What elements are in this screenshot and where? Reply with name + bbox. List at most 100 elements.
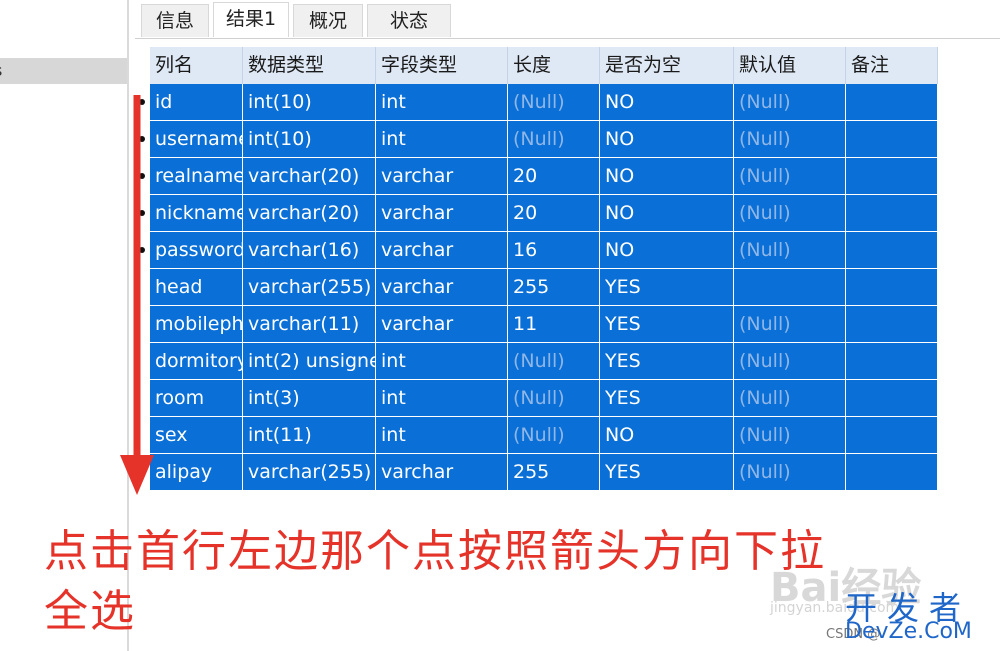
cell-field-type[interactable]: varchar xyxy=(376,306,508,343)
cell-default[interactable]: (Null) xyxy=(734,306,846,343)
table-row[interactable]: password varchar(16) varchar 16 NO (Null) xyxy=(150,232,938,269)
table-row[interactable]: sex int(11) int (Null) NO (Null) xyxy=(150,417,938,454)
cell-field-type[interactable]: int xyxy=(376,417,508,454)
cell-field-type[interactable]: int xyxy=(376,121,508,158)
cell-name[interactable]: room xyxy=(150,380,243,417)
cell-data-type[interactable]: varchar(255) xyxy=(243,269,376,306)
cell-comment[interactable] xyxy=(846,84,938,121)
cell-default[interactable]: (Null) xyxy=(734,84,846,121)
cell-length[interactable]: 11 xyxy=(508,306,600,343)
table-row[interactable]: id int(10) int (Null) NO (Null) xyxy=(150,84,938,121)
cell-comment[interactable] xyxy=(846,232,938,269)
cell-field-type[interactable]: varchar xyxy=(376,269,508,306)
table-row[interactable]: username int(10) int (Null) NO (Null) xyxy=(150,121,938,158)
cell-data-type[interactable]: int(3) xyxy=(243,380,376,417)
column-header-data-type[interactable]: 数据类型 xyxy=(243,47,376,84)
tab-status[interactable]: 状态 xyxy=(367,4,451,37)
cell-comment[interactable] xyxy=(846,195,938,232)
cell-default[interactable]: (Null) xyxy=(734,454,846,491)
cell-length[interactable]: (Null) xyxy=(508,380,600,417)
cell-nullable[interactable]: YES xyxy=(600,269,734,306)
cell-default[interactable]: (Null) xyxy=(734,232,846,269)
cell-comment[interactable] xyxy=(846,343,938,380)
cell-name[interactable]: sex xyxy=(150,417,243,454)
cell-length[interactable]: (Null) xyxy=(508,417,600,454)
cell-default[interactable]: (Null) xyxy=(734,343,846,380)
cell-field-type[interactable]: varchar xyxy=(376,158,508,195)
cell-default[interactable]: (Null) xyxy=(734,380,846,417)
table-row[interactable]: alipay varchar(255) varchar 255 YES (Null) xyxy=(150,454,938,491)
cell-field-type[interactable]: int xyxy=(376,343,508,380)
column-header-length[interactable]: 长度 xyxy=(508,47,600,84)
column-header-default[interactable]: 默认值 xyxy=(734,47,846,84)
cell-default[interactable]: (Null) xyxy=(734,417,846,454)
cell-name[interactable]: password xyxy=(150,232,243,269)
cell-field-type[interactable]: varchar xyxy=(376,454,508,491)
column-header-comment[interactable]: 备注 xyxy=(846,47,938,84)
cell-nullable[interactable]: NO xyxy=(600,121,734,158)
cell-nullable[interactable]: NO xyxy=(600,84,734,121)
cell-data-type[interactable]: int(2) unsigned xyxy=(243,343,376,380)
table-row[interactable]: dormitoryint(2) unsignedint(Null)YES(Nul… xyxy=(150,343,938,380)
column-header-field-type[interactable]: 字段类型 xyxy=(376,47,508,84)
cell-comment[interactable] xyxy=(846,417,938,454)
cell-name[interactable]: id xyxy=(150,84,243,121)
cell-length[interactable]: (Null) xyxy=(508,84,600,121)
cell-length[interactable]: 255 xyxy=(508,454,600,491)
cell-name[interactable]: nickname xyxy=(150,195,243,232)
cell-name[interactable]: realname xyxy=(150,158,243,195)
cell-nullable[interactable]: NO xyxy=(600,195,734,232)
cell-default[interactable]: (Null) xyxy=(734,158,846,195)
cell-name[interactable]: username xyxy=(150,121,243,158)
cell-data-type[interactable]: varchar(20) xyxy=(243,158,376,195)
cell-data-type[interactable]: varchar(255) xyxy=(243,454,376,491)
table-row[interactable]: realname varchar(20) varchar 20 NO (Null) xyxy=(150,158,938,195)
cell-field-type[interactable]: int xyxy=(376,380,508,417)
cell-comment[interactable] xyxy=(846,158,938,195)
cell-length[interactable]: 20 xyxy=(508,158,600,195)
cell-length[interactable]: 255 xyxy=(508,269,600,306)
cell-nullable[interactable]: NO xyxy=(600,417,734,454)
table-row[interactable]: head varchar(255) varchar 255 YES xyxy=(150,269,938,306)
cell-field-type[interactable]: int xyxy=(376,84,508,121)
cell-default[interactable] xyxy=(734,269,846,306)
cell-default[interactable]: (Null) xyxy=(734,195,846,232)
tab-info[interactable]: 信息 xyxy=(141,4,209,37)
cell-length[interactable]: 20 xyxy=(508,195,600,232)
cell-length[interactable]: (Null) xyxy=(508,121,600,158)
cell-field-type[interactable]: varchar xyxy=(376,232,508,269)
table-row[interactable]: room int(3) int (Null) YES (Null) xyxy=(150,380,938,417)
cell-data-type[interactable]: varchar(11) xyxy=(243,306,376,343)
cell-comment[interactable] xyxy=(846,454,938,491)
cell-field-type[interactable]: varchar xyxy=(376,195,508,232)
cell-nullable[interactable]: YES xyxy=(600,380,734,417)
tab-overview[interactable]: 概况 xyxy=(293,4,363,37)
cell-nullable[interactable]: YES xyxy=(600,306,734,343)
cell-length[interactable]: 16 xyxy=(508,232,600,269)
cell-nullable[interactable]: NO xyxy=(600,158,734,195)
cell-comment[interactable] xyxy=(846,380,938,417)
cell-data-type[interactable]: int(10) xyxy=(243,121,376,158)
tab-result1[interactable]: 结果1 xyxy=(213,2,289,37)
column-header-name[interactable]: 列名 xyxy=(150,47,243,84)
cell-name[interactable]: alipay xyxy=(150,454,243,491)
cell-comment[interactable] xyxy=(846,306,938,343)
cell-data-type[interactable]: int(10) xyxy=(243,84,376,121)
cell-nullable[interactable]: YES xyxy=(600,454,734,491)
table-row[interactable]: mobilephonevarchar(11)varchar11YES(Null) xyxy=(150,306,938,343)
table-row[interactable]: nickname varchar(20) varchar 20 NO (Null) xyxy=(150,195,938,232)
cell-comment[interactable] xyxy=(846,121,938,158)
cell-comment[interactable] xyxy=(846,269,938,306)
cell-nullable[interactable]: YES xyxy=(600,343,734,380)
cell-default[interactable]: (Null) xyxy=(734,121,846,158)
cell-name[interactable]: dormitory xyxy=(150,343,243,380)
cell-nullable[interactable]: NO xyxy=(600,232,734,269)
cell-name[interactable]: mobilephone xyxy=(150,306,243,343)
cell-data-type[interactable]: varchar(20) xyxy=(243,195,376,232)
cell-length[interactable]: (Null) xyxy=(508,343,600,380)
column-header-nullable[interactable]: 是否为空 xyxy=(600,47,734,84)
left-pane-selected-item[interactable]: s xyxy=(0,58,127,84)
cell-name[interactable]: head xyxy=(150,269,243,306)
cell-data-type[interactable]: int(11) xyxy=(243,417,376,454)
cell-data-type[interactable]: varchar(16) xyxy=(243,232,376,269)
